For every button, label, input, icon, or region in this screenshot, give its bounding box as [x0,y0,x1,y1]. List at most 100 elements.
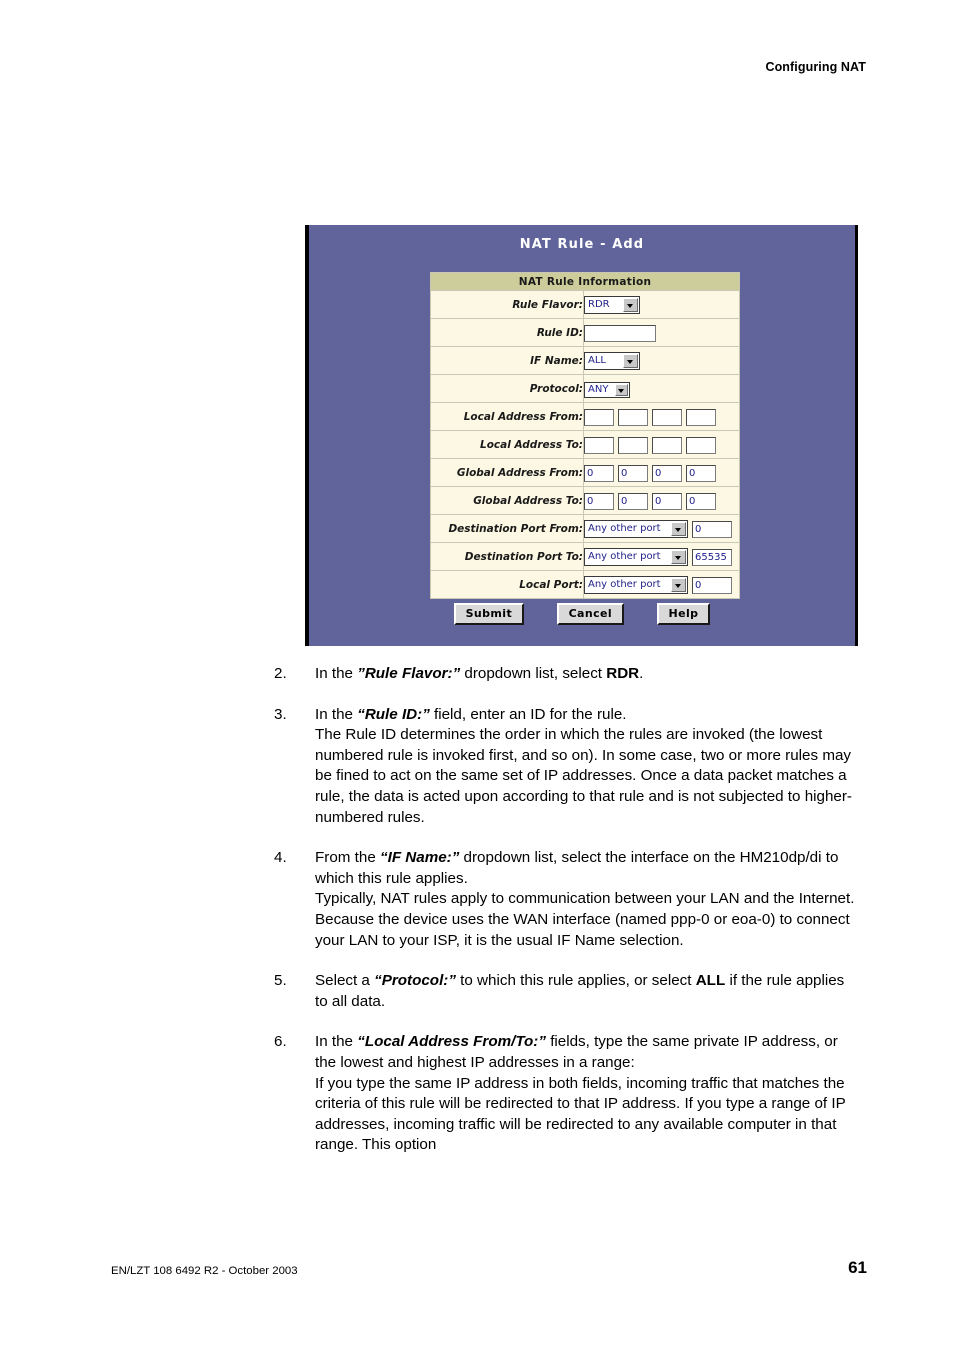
step-2: 2. In the ”Rule Flavor:” dropdown list, … [274,664,858,685]
protocol-value: ANY [588,383,609,395]
local-port-input[interactable]: 0 [692,576,732,594]
local-address-from-octet-3[interactable] [652,409,682,426]
local-address-to-octet-3[interactable] [652,437,682,454]
chevron-down-icon[interactable] [671,522,686,537]
submit-button[interactable]: Submit [453,603,525,625]
row-field-local-port: Any other port 0 [583,570,740,599]
row-label-rule-id: Rule ID: [430,318,584,347]
step-strong: RDR [606,665,640,682]
table-row: Protocol: ANY [430,374,740,403]
row-field-global-address-to: 0000 [583,486,740,515]
table-row: Local Address To: [430,430,740,459]
local-address-from-octet-2[interactable] [618,409,648,426]
running-header: Configuring NAT [765,60,866,74]
if-name-select[interactable]: ALL [584,352,640,371]
global-address-from-octet-3[interactable]: 0 [652,465,682,482]
row-field-rule-flavor: RDR [583,290,740,319]
destination-port-to-input[interactable]: 65535 [692,548,732,566]
table-header-row: NAT Rule Information [430,272,740,291]
row-field-global-address-from: 0000 [583,458,740,487]
footer-document-id: EN/LZT 108 6492 R2 - October 2003 [111,1265,298,1277]
step-lead-post: dropdown list, select [460,665,607,682]
global-address-to-octet-1[interactable]: 0 [584,493,614,510]
local-address-to-octet-1[interactable] [584,437,614,454]
global-address-to-octet-3[interactable]: 0 [652,493,682,510]
if-name-value: ALL [588,355,606,367]
row-label-destination-port-from: Destination Port From: [430,514,584,543]
step-lead-end: . [639,665,644,682]
local-port-select[interactable]: Any other port [584,576,688,595]
step-lead-pre: Select a [315,972,375,990]
global-address-to-octet-4[interactable]: 0 [686,493,716,510]
step-lead: In the ”Rule Flavor:” dropdown list, sel… [315,664,858,685]
form-button-bar: Submit Cancel Help [309,603,855,625]
chevron-down-icon[interactable] [623,354,638,369]
rule-id-input[interactable] [584,325,656,342]
local-address-from-octet-1[interactable] [584,409,614,426]
step-term: “IF Name:” [380,849,460,867]
destination-port-from-select[interactable]: Any other port [584,520,688,539]
global-address-from-octet-2[interactable]: 0 [618,465,648,482]
local-address-to-octet-4[interactable] [686,437,716,454]
global-address-from-octet-1[interactable]: 0 [584,465,614,482]
table-row: Local Address From: [430,402,740,431]
destination-port-from-kind: Any other port [588,523,661,535]
chevron-down-icon[interactable] [623,298,638,313]
row-field-local-address-to [583,430,740,459]
nat-rule-add-screenshot: NAT Rule - Add NAT Rule Information Rule… [305,225,858,646]
step-lead: In the “Local Address From/To:” fields, … [315,1032,858,1073]
chevron-down-icon[interactable] [671,578,686,593]
destination-port-from-input[interactable]: 0 [692,520,732,538]
step-lead-pre: From the [315,849,380,867]
rule-flavor-select[interactable]: RDR [584,296,640,315]
global-address-from-octet-4[interactable]: 0 [686,465,716,482]
step-term: “Local Address From/To:” [357,1033,546,1051]
chevron-down-icon[interactable] [615,383,628,396]
step-body: The Rule ID determines the order in whic… [315,726,852,826]
destination-port-to-select[interactable]: Any other port [584,548,688,567]
row-label-rule-flavor: Rule Flavor: [430,290,584,319]
local-port-kind: Any other port [588,579,661,591]
table-row: Global Address From: 0000 [430,458,740,487]
row-field-destination-port-from: Any other port 0 [583,514,740,543]
step-4: 4. From the “IF Name:” dropdown list, se… [274,848,858,951]
step-term: “Rule ID:” [357,705,430,723]
table-row: Destination Port To: Any other port 65535 [430,542,740,571]
row-label-protocol: Protocol: [430,374,584,403]
step-3: 3. In the “Rule ID:” field, enter an ID … [274,705,858,829]
row-label-local-address-to: Local Address To: [430,430,584,459]
cancel-button[interactable]: Cancel [556,603,625,625]
table-header-label: NAT Rule Information [430,272,740,291]
form-table-body: NAT Rule Information Rule Flavor: RDR Ru… [430,272,740,599]
help-button[interactable]: Help [656,603,711,625]
table-row: IF Name: ALL [430,346,740,375]
step-lead-pre: In the [315,665,358,682]
step-body: Typically, NAT rules apply to communicat… [315,890,855,949]
table-row: Destination Port From: Any other port 0 [430,514,740,543]
row-field-rule-id [583,318,740,347]
local-address-from-octet-4[interactable] [686,409,716,426]
row-field-if-name: ALL [583,346,740,375]
chevron-down-icon[interactable] [671,550,686,565]
row-label-global-address-to: Global Address To: [430,486,584,515]
step-strong: ALL [695,972,726,990]
row-label-if-name: IF Name: [430,346,584,375]
row-field-destination-port-to: Any other port 65535 [583,542,740,571]
step-number: 2. [274,665,287,682]
footer-page-number: 61 [848,1258,867,1277]
protocol-select[interactable]: ANY [584,381,630,398]
screenshot-title: NAT Rule - Add [519,237,645,252]
step-lead-post: field, enter an ID for the rule. [429,705,627,723]
global-address-to-octet-2[interactable]: 0 [618,493,648,510]
local-address-to-octet-2[interactable] [618,437,648,454]
row-label-local-port: Local Port: [430,570,584,599]
row-label-destination-port-to: Destination Port To: [430,542,584,571]
step-lead: Select a “Protocol:” to which this rule … [315,971,858,1012]
step-5: 5. Select a “Protocol:” to which this ru… [274,971,858,1012]
step-number: 6. [274,1033,287,1051]
table-row: Rule ID: [430,318,740,347]
step-body: If you type the same IP address in both … [315,1074,846,1154]
step-number: 4. [274,849,287,867]
step-lead-post: to which this rule applies, or select [455,972,696,990]
table-row: Local Port: Any other port 0 [430,570,740,599]
